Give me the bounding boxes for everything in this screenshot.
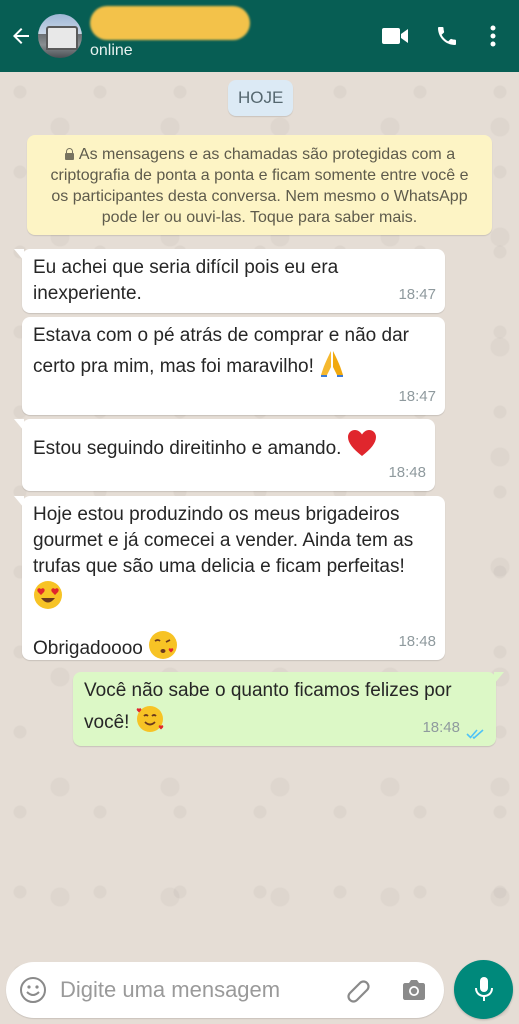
emoji-button[interactable] [6, 962, 60, 1018]
encryption-notice[interactable]: As mensagens e as chamadas são protegida… [27, 135, 492, 235]
double-check-read-icon [466, 729, 484, 740]
message-text: Hoje estou produzindo os meus brigadeiro… [33, 504, 414, 577]
contact-status: online [90, 42, 133, 59]
folded-hands-emoji [319, 349, 345, 385]
message-text: Estava com o pé atrás de comprar e não d… [33, 325, 409, 378]
video-camera-icon [382, 28, 408, 44]
contact-avatar[interactable] [38, 14, 82, 58]
arrow-left-icon [13, 28, 29, 44]
message-bubble-outgoing[interactable]: Você não sabe o quanto ficamos felizes p… [73, 672, 504, 746]
contact-info[interactable]: online [90, 0, 260, 72]
back-button[interactable] [4, 0, 38, 72]
chat-header: online [0, 0, 519, 72]
heart-eyes-emoji [33, 580, 63, 618]
message-bubble-incoming[interactable]: Eu achei que seria difícil pois eu era i… [14, 249, 445, 313]
microphone-icon [474, 976, 493, 1001]
paperclip-icon [347, 980, 370, 1003]
message-text: Estou seguindo direitinho e amando. [33, 438, 342, 460]
contact-name-redacted [90, 6, 250, 40]
voice-message-button[interactable] [454, 960, 513, 1019]
message-text: Obrigadoooo [33, 638, 143, 660]
message-time: 18:48 [398, 633, 436, 650]
video-call-button[interactable] [369, 0, 421, 72]
message-bubble-incoming[interactable]: Estava com o pé atrás de comprar e não d… [22, 317, 445, 415]
date-chip: HOJE [228, 80, 294, 116]
attach-button[interactable] [330, 962, 386, 1018]
red-heart-emoji [347, 429, 377, 465]
chat-messages[interactable]: HOJE As mensagens e as chamadas são prot… [0, 72, 519, 952]
kissing-heart-emoji [148, 630, 178, 668]
phone-icon [438, 27, 456, 45]
camera-button[interactable] [386, 962, 442, 1018]
message-bubble-incoming[interactable]: Hoje estou produzindo os meus brigadeiro… [14, 496, 445, 660]
voice-call-button[interactable] [421, 0, 473, 72]
smiley-icon [20, 977, 46, 1003]
more-vertical-icon [490, 25, 496, 47]
message-time: 18:48 [422, 719, 460, 736]
message-time: 18:47 [398, 286, 436, 303]
message-input[interactable] [60, 970, 330, 1010]
message-bubble-incoming[interactable]: Estou seguindo direitinho e amando. 18:4… [14, 419, 435, 491]
message-composer [6, 962, 444, 1018]
lock-icon [64, 148, 75, 160]
message-time: 18:47 [398, 388, 436, 405]
camera-icon [403, 980, 425, 1000]
more-options-button[interactable] [473, 0, 513, 72]
encryption-notice-text: As mensagens e as chamadas são protegida… [50, 146, 469, 226]
smiling-hearts-emoji [135, 704, 165, 742]
message-text: Eu achei que seria difícil pois eu era i… [33, 257, 339, 304]
message-time: 18:48 [388, 464, 426, 481]
